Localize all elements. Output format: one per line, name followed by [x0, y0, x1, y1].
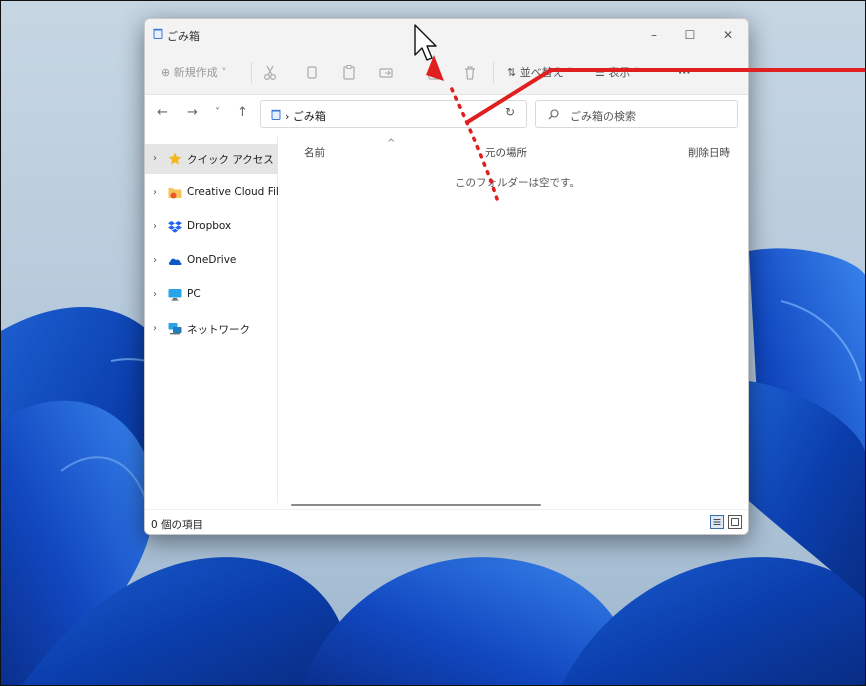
mouse-cursor-icon: [414, 24, 437, 61]
annotation-overlay: [414, 24, 865, 201]
desktop-screen: ごみ箱 – ☐ ✕ ⊕ 新規作成 ˅ ⇅ 並べ替え ˅ ☰ 表示 ˅ ··· ←…: [0, 0, 866, 686]
annotation-arrow: [426, 55, 865, 201]
